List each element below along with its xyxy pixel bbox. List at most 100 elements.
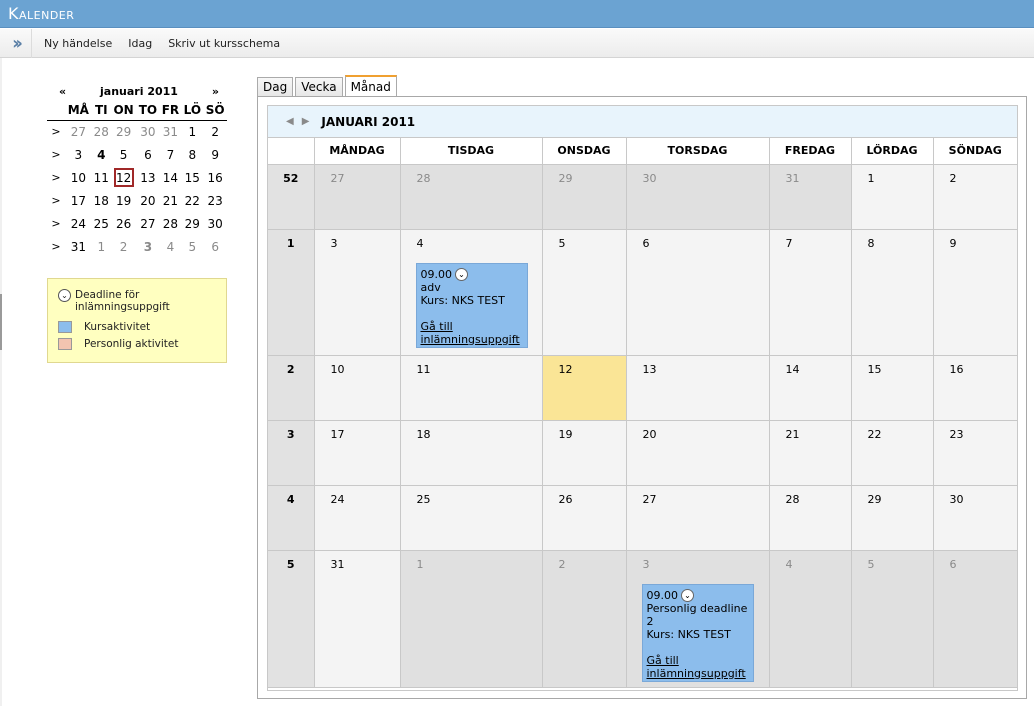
day-cell[interactable]: 10 bbox=[314, 355, 401, 421]
mini-day[interactable]: 6 bbox=[203, 235, 227, 258]
mini-day[interactable]: 30 bbox=[203, 212, 227, 235]
day-cell[interactable]: 22 bbox=[851, 420, 934, 486]
week-number[interactable]: 2 bbox=[268, 355, 315, 421]
mini-day[interactable]: 27 bbox=[136, 212, 159, 235]
mini-day[interactable]: 5 bbox=[111, 143, 136, 166]
day-cell[interactable]: 14 bbox=[769, 355, 852, 421]
mini-day[interactable]: 11 bbox=[92, 166, 111, 189]
week-number[interactable]: 3 bbox=[268, 420, 315, 486]
day-cell[interactable]: 8 bbox=[851, 229, 934, 356]
week-number[interactable]: 1 bbox=[268, 229, 315, 356]
day-cell[interactable]: 2 bbox=[933, 164, 1017, 230]
mini-day[interactable]: 31 bbox=[65, 235, 92, 258]
week-number[interactable]: 4 bbox=[268, 485, 315, 551]
mini-day[interactable]: 19 bbox=[111, 189, 136, 212]
mini-day[interactable]: 24 bbox=[65, 212, 92, 235]
day-cell[interactable]: 17 bbox=[314, 420, 401, 486]
day-cell[interactable]: 20 bbox=[626, 420, 770, 486]
week-number[interactable]: 52 bbox=[268, 164, 315, 230]
day-cell[interactable]: 21 bbox=[769, 420, 852, 486]
day-cell[interactable]: 7 bbox=[769, 229, 852, 356]
mini-day[interactable]: 28 bbox=[159, 212, 181, 235]
mini-day[interactable]: 15 bbox=[181, 166, 203, 189]
mini-week-select[interactable]: > bbox=[47, 189, 65, 212]
mini-week-select[interactable]: > bbox=[47, 166, 65, 189]
tab-week[interactable]: Vecka bbox=[295, 77, 343, 97]
day-cell[interactable]: 19 bbox=[542, 420, 627, 486]
mini-day[interactable]: 16 bbox=[203, 166, 227, 189]
mini-day[interactable]: 1 bbox=[181, 120, 203, 143]
mini-day[interactable]: 1 bbox=[92, 235, 111, 258]
mini-day[interactable]: 13 bbox=[136, 166, 159, 189]
day-cell[interactable]: 18 bbox=[400, 420, 543, 486]
day-cell[interactable]: 27 bbox=[626, 485, 770, 551]
day-cell-today[interactable]: 12 bbox=[542, 355, 627, 421]
mini-day[interactable]: 5 bbox=[181, 235, 203, 258]
day-cell[interactable]: 9 bbox=[933, 229, 1017, 356]
new-event-button[interactable]: Ny händelse bbox=[44, 37, 112, 50]
day-cell[interactable]: 29 bbox=[542, 164, 627, 230]
mini-day[interactable]: 23 bbox=[203, 189, 227, 212]
day-cell[interactable]: 4 09.00 ⌄ adv Kurs: NKS TEST Gå till inlä… bbox=[400, 229, 543, 356]
mini-week-select[interactable]: > bbox=[47, 143, 65, 166]
mini-day[interactable]: 10 bbox=[65, 166, 92, 189]
day-cell[interactable]: 2 bbox=[542, 550, 627, 688]
mini-day[interactable]: 29 bbox=[111, 120, 136, 143]
mini-day[interactable]: 3 bbox=[136, 235, 159, 258]
mini-day[interactable]: 6 bbox=[136, 143, 159, 166]
sidebar-resize-handle[interactable] bbox=[0, 294, 2, 350]
day-cell[interactable]: 5 bbox=[851, 550, 934, 688]
calendar-event[interactable]: 09.00 ⌄ adv Kurs: NKS TEST Gå till inlämn… bbox=[415, 262, 528, 348]
day-cell[interactable]: 27 bbox=[314, 164, 401, 230]
mini-day[interactable]: 3 bbox=[65, 143, 92, 166]
day-cell[interactable]: 28 bbox=[400, 164, 543, 230]
mini-next-month-button[interactable]: » bbox=[212, 85, 219, 98]
mini-week-select[interactable]: > bbox=[47, 212, 65, 235]
mini-day-today[interactable]: 12 bbox=[111, 166, 136, 189]
day-cell[interactable]: 3 bbox=[314, 229, 401, 356]
day-cell[interactable]: 30 bbox=[933, 485, 1017, 551]
day-cell[interactable]: 30 bbox=[626, 164, 770, 230]
mini-day[interactable]: 31 bbox=[159, 120, 181, 143]
tab-day[interactable]: Dag bbox=[257, 77, 294, 97]
day-cell[interactable]: 5 bbox=[542, 229, 627, 356]
day-cell[interactable]: 3 09.00 ⌄ Personlig deadline 2 Kurs: NKS … bbox=[626, 550, 770, 688]
mini-day[interactable]: 29 bbox=[181, 212, 203, 235]
mini-day[interactable]: 27 bbox=[65, 120, 92, 143]
day-cell[interactable]: 28 bbox=[769, 485, 852, 551]
day-cell[interactable]: 31 bbox=[314, 550, 401, 688]
mini-week-select[interactable]: > bbox=[47, 120, 65, 143]
mini-day[interactable]: 17 bbox=[65, 189, 92, 212]
day-cell[interactable]: 6 bbox=[933, 550, 1017, 688]
day-cell[interactable]: 26 bbox=[542, 485, 627, 551]
mini-day[interactable]: 2 bbox=[111, 235, 136, 258]
day-cell[interactable]: 1 bbox=[851, 164, 934, 230]
day-cell[interactable]: 11 bbox=[400, 355, 543, 421]
day-cell[interactable]: 15 bbox=[851, 355, 934, 421]
expand-sidebar-icon[interactable]: ›› bbox=[0, 29, 32, 58]
week-number[interactable]: 5 bbox=[268, 550, 315, 688]
next-month-icon[interactable]: ▶ bbox=[302, 116, 310, 127]
day-cell[interactable]: 24 bbox=[314, 485, 401, 551]
day-cell[interactable]: 6 bbox=[626, 229, 770, 356]
tab-month[interactable]: Månad bbox=[344, 75, 397, 97]
mini-day[interactable]: 14 bbox=[159, 166, 181, 189]
mini-day[interactable]: 4 bbox=[159, 235, 181, 258]
go-to-assignment-link[interactable]: Gå till inlämningsuppgift bbox=[647, 654, 753, 680]
today-button[interactable]: Idag bbox=[128, 37, 152, 50]
go-to-assignment-link[interactable]: Gå till inlämningsuppgift bbox=[421, 320, 527, 346]
mini-day[interactable]: 30 bbox=[136, 120, 159, 143]
mini-week-select[interactable]: > bbox=[47, 235, 65, 258]
day-cell[interactable]: 1 bbox=[400, 550, 543, 688]
print-schedule-button[interactable]: Skriv ut kursschema bbox=[168, 37, 280, 50]
mini-day[interactable]: 7 bbox=[159, 143, 181, 166]
day-cell[interactable]: 4 bbox=[769, 550, 852, 688]
calendar-event[interactable]: 09.00 ⌄ Personlig deadline 2 Kurs: NKS TE… bbox=[641, 583, 754, 682]
mini-day[interactable]: 20 bbox=[136, 189, 159, 212]
mini-day[interactable]: 2 bbox=[203, 120, 227, 143]
mini-day[interactable]: 9 bbox=[203, 143, 227, 166]
mini-day[interactable]: 4 bbox=[92, 143, 111, 166]
day-cell[interactable]: 25 bbox=[400, 485, 543, 551]
mini-day[interactable]: 8 bbox=[181, 143, 203, 166]
mini-prev-month-button[interactable]: « bbox=[59, 85, 66, 98]
